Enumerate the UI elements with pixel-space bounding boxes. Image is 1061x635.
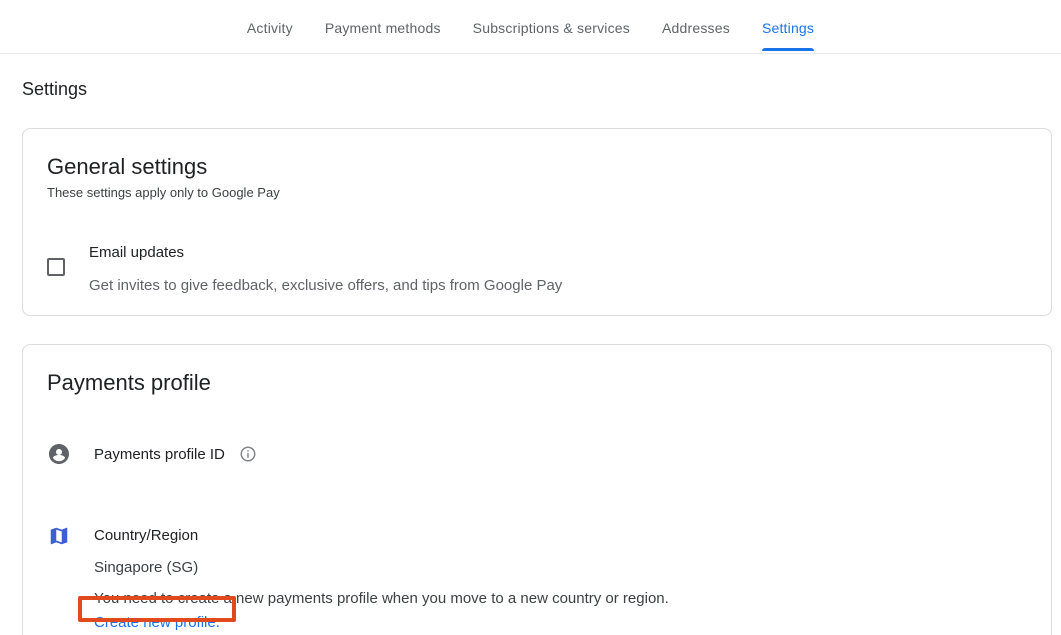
payments-profile-card: Payments profile Payments profile ID Cou… <box>22 344 1052 635</box>
country-region-row: Country/Region Singapore (SG) You need t… <box>47 525 1027 632</box>
payments-profile-title: Payments profile <box>47 370 1027 396</box>
email-updates-row: Email updates Get invites to give feedba… <box>47 244 1027 295</box>
tab-activity[interactable]: Activity <box>247 0 293 53</box>
email-updates-checkbox[interactable] <box>47 258 65 276</box>
email-updates-label: Email updates <box>89 244 562 262</box>
account-circle-icon <box>47 442 71 466</box>
email-updates-description: Get invites to give feedback, exclusive … <box>89 277 562 295</box>
tab-payment-methods[interactable]: Payment methods <box>325 0 441 53</box>
create-new-profile-link[interactable]: Create new profile. <box>94 614 220 631</box>
payments-profile-id-label: Payments profile ID <box>94 446 225 463</box>
country-region-label: Country/Region <box>94 527 669 544</box>
general-settings-card: General settings These settings apply on… <box>22 128 1052 316</box>
general-settings-subtitle: These settings apply only to Google Pay <box>47 185 1027 200</box>
general-settings-title: General settings <box>47 154 1027 180</box>
map-icon <box>47 525 71 547</box>
info-icon[interactable] <box>239 445 257 463</box>
country-region-note: You need to create a new payments profil… <box>94 590 669 608</box>
top-tab-bar: Activity Payment methods Subscriptions &… <box>0 0 1061 54</box>
country-region-value: Singapore (SG) <box>94 559 669 576</box>
tab-settings[interactable]: Settings <box>762 0 814 53</box>
tab-addresses[interactable]: Addresses <box>662 0 730 53</box>
page-title: Settings <box>22 79 1061 100</box>
tab-subscriptions-services[interactable]: Subscriptions & services <box>473 0 630 53</box>
payments-profile-id-row: Payments profile ID <box>47 442 1027 466</box>
